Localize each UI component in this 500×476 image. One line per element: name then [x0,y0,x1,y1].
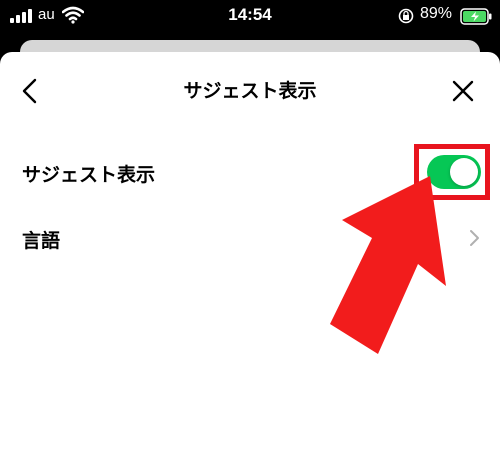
rotation-lock-icon [398,8,414,24]
status-bar: au 14:54 89% [0,0,500,32]
pointer-arrow-icon [330,176,446,354]
language-label[interactable]: 言語 [22,226,60,253]
close-icon[interactable] [450,78,476,104]
suggest-label: サジェスト表示 [22,164,156,186]
chevron-right-icon[interactable] [468,228,480,248]
page-title: サジェスト表示 [183,80,317,102]
battery-percent: 89% [420,5,453,22]
battery-icon [460,8,492,25]
